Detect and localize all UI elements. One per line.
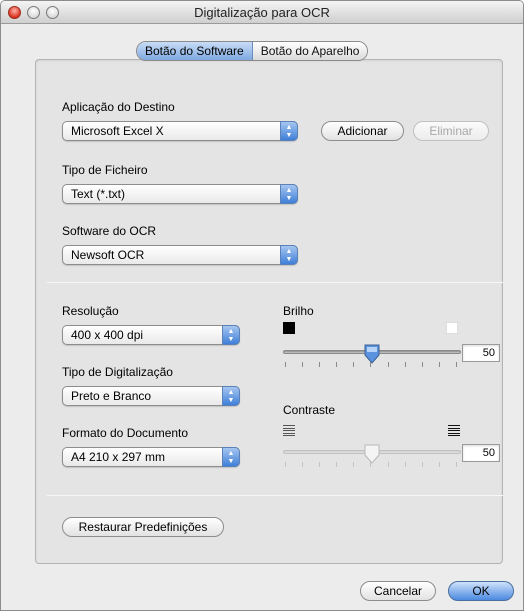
destination-label: Aplicação do Destino — [62, 100, 175, 114]
white-square-icon — [446, 322, 458, 334]
dialog-window: Digitalização para OCR Botão do Software… — [0, 0, 524, 611]
add-button[interactable]: Adicionar — [321, 121, 404, 141]
brightness-label: Brilho — [283, 304, 314, 318]
file-type-value: Text (*.txt) — [71, 187, 126, 201]
destination-popup[interactable]: Microsoft Excel X ▲ ▼ — [62, 121, 298, 141]
file-type-popup[interactable]: Text (*.txt) ▲ ▼ — [62, 184, 298, 204]
title-bar[interactable]: Digitalização para OCR — [1, 1, 523, 24]
black-square-icon — [283, 322, 295, 334]
resolution-popup[interactable]: 400 x 400 dpi ▲ ▼ — [62, 325, 240, 345]
contrast-low-icon — [283, 425, 295, 436]
cancel-button[interactable]: Cancelar — [360, 581, 436, 601]
window-title: Digitalização para OCR — [194, 5, 330, 20]
scan-type-value: Preto e Branco — [71, 389, 152, 403]
popup-arrows-icon: ▲ ▼ — [280, 121, 298, 141]
document-size-popup[interactable]: A4 210 x 297 mm ▲ ▼ — [62, 447, 240, 467]
separator — [47, 495, 503, 496]
resolution-value: 400 x 400 dpi — [71, 328, 144, 342]
ocr-software-label: Software do OCR — [62, 224, 157, 238]
resolution-label: Resolução — [62, 304, 119, 318]
destination-value: Microsoft Excel X — [71, 124, 164, 138]
ok-button[interactable]: OK — [448, 581, 514, 601]
brightness-value-field[interactable]: 50 — [462, 344, 500, 362]
restore-defaults-button[interactable]: Restaurar Predefinições — [62, 517, 224, 537]
ocr-software-popup[interactable]: Newsoft OCR ▲ ▼ — [62, 245, 298, 265]
tab-software-button[interactable]: Botão do Software — [137, 42, 253, 60]
file-type-label: Tipo de Ficheiro — [62, 163, 148, 177]
contrast-value-field[interactable]: 50 — [462, 444, 500, 462]
document-size-label: Formato do Documento — [62, 426, 189, 440]
popup-arrows-icon: ▲ ▼ — [280, 184, 298, 204]
tab-device-button[interactable]: Botão do Aparelho — [252, 42, 368, 60]
separator — [47, 282, 503, 283]
contrast-label: Contraste — [283, 403, 336, 417]
remove-button[interactable]: Eliminar — [413, 121, 489, 141]
popup-arrows-icon: ▲ ▼ — [222, 447, 240, 467]
popup-arrows-icon: ▲ ▼ — [222, 325, 240, 345]
document-size-value: A4 210 x 297 mm — [71, 450, 166, 464]
contrast-high-icon — [448, 425, 460, 436]
scan-type-label: Tipo de Digitalização — [62, 365, 173, 379]
tab-bar: Botão do Software Botão do Aparelho — [136, 41, 369, 61]
popup-arrows-icon: ▲ ▼ — [280, 245, 298, 265]
scan-type-popup[interactable]: Preto e Branco ▲ ▼ — [62, 386, 240, 406]
ocr-software-value: Newsoft OCR — [71, 248, 145, 262]
popup-arrows-icon: ▲ ▼ — [222, 386, 240, 406]
